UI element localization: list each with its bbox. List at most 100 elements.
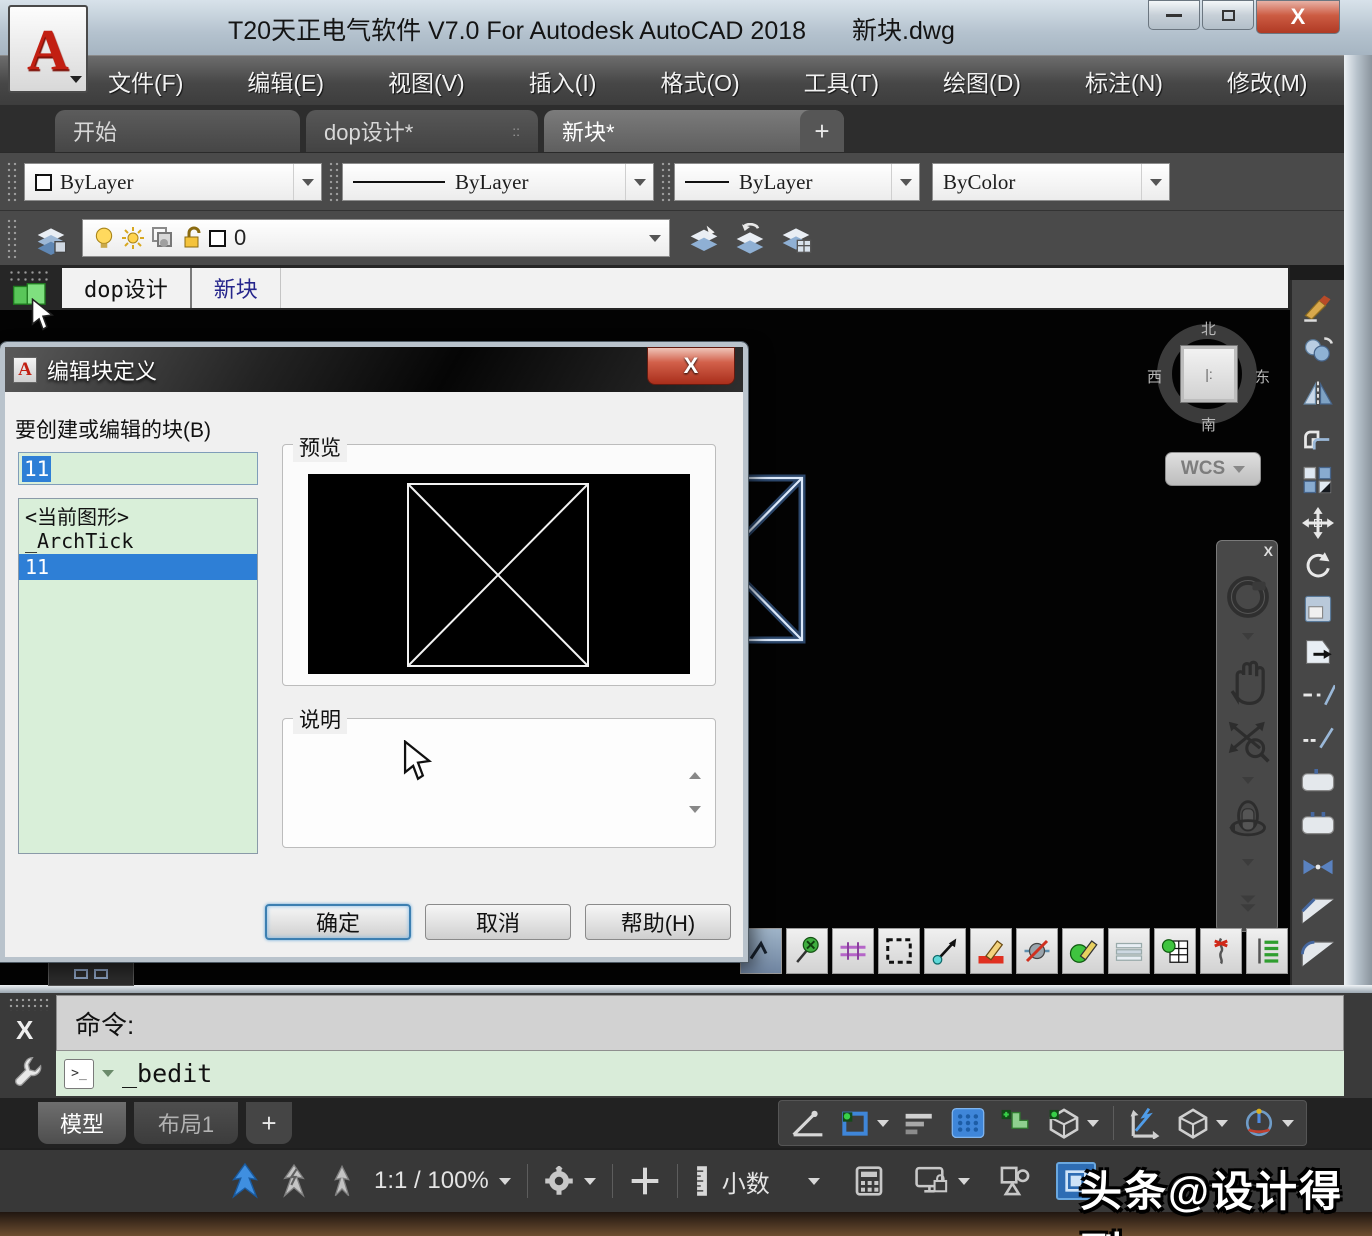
match-properties-icon[interactable] bbox=[1297, 290, 1339, 326]
scroll-down-icon[interactable] bbox=[689, 813, 701, 831]
new-tab-button[interactable]: + bbox=[800, 110, 844, 152]
break-icon[interactable] bbox=[1297, 806, 1339, 842]
block-list-item[interactable]: <当前图形> bbox=[19, 502, 257, 528]
ortho-mode-icon[interactable] bbox=[903, 1108, 937, 1138]
layer-states-button[interactable] bbox=[774, 217, 818, 261]
isolate-objects-icon[interactable] bbox=[998, 1165, 1032, 1197]
offset-icon[interactable] bbox=[1297, 419, 1339, 455]
red-break-icon[interactable] bbox=[1200, 928, 1242, 974]
join-icon[interactable] bbox=[1297, 849, 1339, 885]
show-more-icon[interactable] bbox=[1217, 893, 1279, 913]
viewcube-west[interactable]: 西 bbox=[1147, 366, 1162, 387]
dropdown-caret[interactable] bbox=[641, 220, 669, 256]
horizontal-lines-icon[interactable] bbox=[1108, 928, 1150, 974]
disabled-circle-icon[interactable] bbox=[1016, 928, 1058, 974]
description-textarea[interactable] bbox=[282, 718, 716, 848]
annotation-scale-control[interactable]: 1:1 / 100% bbox=[374, 1167, 511, 1195]
annotation-scale-icon[interactable] bbox=[326, 1163, 358, 1199]
layer-properties-button[interactable] bbox=[28, 217, 74, 261]
chamfer-icon[interactable] bbox=[1297, 892, 1339, 928]
panel-divider[interactable] bbox=[0, 985, 1372, 993]
plot-style-dropdown[interactable]: ByColor bbox=[932, 163, 1170, 201]
block-list-item-selected[interactable]: 11 bbox=[19, 554, 257, 580]
panel-grip[interactable] bbox=[8, 997, 50, 1011]
crosshair-plus-icon[interactable] bbox=[629, 1165, 661, 1197]
toolbar-grip[interactable] bbox=[6, 161, 18, 203]
menu-edit[interactable]: 编辑(E) bbox=[247, 64, 324, 98]
break-at-point-icon[interactable] bbox=[1297, 763, 1339, 799]
pan-hand-icon[interactable] bbox=[1217, 653, 1279, 705]
menu-tools[interactable]: 工具(T) bbox=[804, 64, 879, 98]
menu-insert[interactable]: 插入(I) bbox=[529, 64, 597, 98]
gizmo-control[interactable] bbox=[1242, 1107, 1294, 1139]
command-close-icon[interactable]: X bbox=[16, 1015, 33, 1046]
lineweight-dropdown[interactable]: ByLayer bbox=[674, 163, 920, 201]
units-control[interactable]: 小数 bbox=[694, 1164, 820, 1199]
polar-tracking-icon[interactable] bbox=[791, 1108, 825, 1138]
zoom-extents-icon[interactable] bbox=[1217, 717, 1279, 765]
rotate-icon[interactable] bbox=[1297, 548, 1339, 584]
minimize-button[interactable] bbox=[1148, 0, 1200, 30]
dropdown-caret[interactable] bbox=[293, 164, 321, 200]
layer-previous-button[interactable] bbox=[728, 217, 772, 261]
doc-tab-new-block[interactable]: 新块* x bbox=[544, 110, 844, 152]
leader-arrow-icon[interactable] bbox=[924, 928, 966, 974]
annotation-autoscale-icon[interactable] bbox=[278, 1163, 310, 1199]
workspace-switching-control[interactable] bbox=[544, 1166, 596, 1196]
copy-icon[interactable] bbox=[1297, 333, 1339, 369]
dialog-close-button[interactable]: X bbox=[647, 347, 735, 385]
calculator-icon[interactable] bbox=[854, 1165, 884, 1197]
command-history[interactable]: 命令: bbox=[56, 995, 1344, 1051]
ok-button[interactable]: 确定 bbox=[265, 904, 411, 940]
isodraft-icon[interactable] bbox=[999, 1107, 1033, 1139]
close-button[interactable]: X bbox=[1256, 0, 1340, 34]
dashed-selection-icon[interactable] bbox=[878, 928, 920, 974]
toolbar-grip[interactable] bbox=[328, 161, 340, 203]
sun-thaw-icon[interactable] bbox=[121, 226, 145, 250]
zoom-caret-icon[interactable] bbox=[1217, 777, 1279, 784]
magnifier-icon[interactable] bbox=[786, 928, 828, 974]
graphics-performance-control[interactable] bbox=[914, 1165, 970, 1197]
object-snap-control[interactable] bbox=[839, 1108, 889, 1138]
navigation-wheel-icon[interactable] bbox=[1217, 575, 1279, 619]
layer-dropdown[interactable]: 0 bbox=[82, 219, 670, 257]
block-list-item[interactable]: _ArchTick bbox=[19, 528, 257, 554]
dropdown-caret[interactable] bbox=[1087, 1120, 1099, 1127]
scale-icon[interactable] bbox=[1297, 591, 1339, 627]
color-dropdown[interactable]: ByLayer bbox=[24, 163, 322, 201]
green-list-icon[interactable] bbox=[1246, 928, 1288, 974]
menu-view[interactable]: 视图(V) bbox=[388, 64, 465, 98]
annotation-visibility-icon[interactable] bbox=[228, 1162, 262, 1200]
menu-format[interactable]: 格式(O) bbox=[660, 64, 739, 98]
navbar-close-icon[interactable]: X bbox=[1264, 543, 1273, 559]
dropdown-caret[interactable] bbox=[1216, 1120, 1228, 1127]
extend-icon[interactable] bbox=[1297, 720, 1339, 756]
toolbar-grip[interactable] bbox=[660, 161, 672, 203]
green-pencil-icon[interactable] bbox=[1062, 928, 1104, 974]
restore-button[interactable] bbox=[1202, 0, 1254, 30]
viewport-freeze-icon[interactable] bbox=[151, 226, 175, 250]
doc-tab-start[interactable]: 开始 bbox=[55, 110, 300, 152]
application-menu-button[interactable]: A bbox=[8, 5, 88, 93]
viewcube[interactable]: 北 西 东 南 |: bbox=[1155, 322, 1265, 432]
grid-display-icon[interactable] bbox=[951, 1107, 985, 1139]
unlock-icon[interactable] bbox=[181, 226, 203, 250]
wcs-button[interactable]: WCS bbox=[1165, 452, 1261, 486]
parallel-lines-icon[interactable] bbox=[832, 928, 874, 974]
doc-tab-dop[interactable]: dop设计* :: bbox=[306, 110, 538, 152]
dropdown-caret[interactable] bbox=[1141, 164, 1169, 200]
customize-wrench-icon[interactable] bbox=[10, 1055, 44, 1093]
linetype-dropdown[interactable]: ByLayer bbox=[342, 163, 654, 201]
fillet-icon[interactable] bbox=[1297, 935, 1339, 971]
help-button[interactable]: 帮助(H) bbox=[585, 904, 731, 940]
3d-object-snap-control[interactable] bbox=[1047, 1107, 1099, 1139]
dialog-title-bar[interactable]: A 编辑块定义 X bbox=[5, 347, 743, 392]
drawing-tab-dop[interactable]: dop设计 bbox=[62, 268, 192, 308]
menu-dimension[interactable]: 标注(N) bbox=[1085, 64, 1163, 98]
visual-style-control[interactable] bbox=[1176, 1107, 1228, 1139]
move-icon[interactable] bbox=[1297, 505, 1339, 541]
toolbar-grip[interactable] bbox=[6, 218, 18, 260]
scroll-up-icon[interactable] bbox=[689, 755, 701, 773]
layout1-tab[interactable]: 布局1 bbox=[134, 1102, 238, 1144]
menu-modify[interactable]: 修改(M) bbox=[1227, 64, 1307, 98]
